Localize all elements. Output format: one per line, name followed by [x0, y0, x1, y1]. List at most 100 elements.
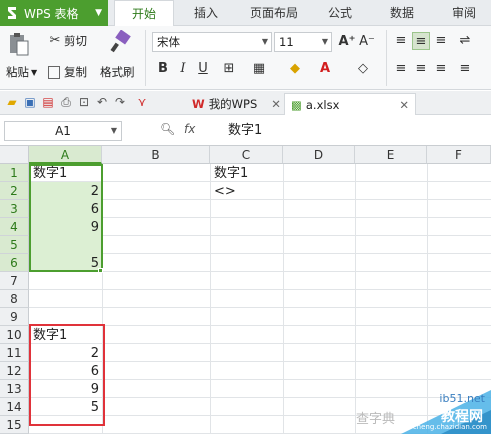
row-header-14[interactable]: 14 [0, 398, 29, 416]
formula-bar: A1 ▼ 🔍︎ fx 数字1 [0, 116, 491, 146]
row-header-8[interactable]: 8 [0, 290, 29, 308]
column-header-c[interactable]: C [210, 146, 283, 164]
divider [145, 30, 146, 86]
row-header-9[interactable]: 9 [0, 308, 29, 326]
row-header-4[interactable]: 4 [0, 218, 29, 236]
cell-a3[interactable]: 6 [30, 201, 102, 219]
row-header-6[interactable]: 6 [0, 254, 29, 272]
gridline [29, 289, 491, 290]
sheet-grid[interactable]: A B C D E F 1 2 3 4 5 6 7 8 9 10 11 12 13 14 15 数字1 2 … [0, 146, 491, 434]
copy-button[interactable]: 复制 [48, 64, 87, 80]
copy-icon [48, 65, 60, 79]
bold-button[interactable]: B [154, 60, 172, 78]
tab-home[interactable]: 开始 [114, 0, 174, 27]
cell-a12[interactable]: 6 [30, 363, 102, 381]
align-right-icon[interactable]: ≡ [432, 60, 450, 78]
close-icon[interactable]: ✕ [271, 97, 281, 111]
column-header-e[interactable]: E [355, 146, 427, 164]
align-left-icon[interactable]: ≡ [392, 60, 410, 78]
close-icon[interactable]: ✕ [399, 98, 409, 112]
row-header-5[interactable]: 5 [0, 236, 29, 254]
quick-access-bar: ▰ ▣ ▤ ⎙ ⊡ ↶ ↷ ⋎ W 我的WPS ✕ ▩ a.xlsx ✕ [0, 91, 491, 115]
row-header-7[interactable]: 7 [0, 272, 29, 290]
fill-color-icon[interactable]: ◆ [286, 60, 304, 78]
cut-label: 剪切 [64, 34, 87, 48]
watermark-text: 查字典 [356, 412, 396, 427]
export-pdf-icon[interactable]: ▤ [40, 94, 56, 110]
open-folder-icon[interactable]: ▰ [4, 94, 20, 110]
chevron-down-icon: ▼ [95, 8, 102, 18]
customize-icon[interactable]: ⋎ [134, 94, 150, 110]
watermark-url: jiaocheng.chazidian.com [400, 423, 487, 431]
align-middle-icon[interactable]: ≡ [412, 32, 430, 50]
print-preview-icon[interactable]: ⊡ [76, 94, 92, 110]
undo-icon[interactable]: ↶ [94, 94, 110, 110]
doc-tab-file[interactable]: ▩ a.xlsx ✕ [284, 93, 416, 115]
name-box[interactable]: A1 ▼ [4, 121, 122, 141]
cell-c2[interactable]: <> [211, 183, 283, 201]
cell-a4[interactable]: 9 [30, 219, 102, 237]
chevron-down-icon: ▼ [321, 37, 328, 46]
formula-input[interactable]: 数字1 [222, 121, 488, 141]
font-name-value: 宋体 [157, 35, 180, 49]
clear-format-icon[interactable]: ◇ [354, 60, 372, 78]
cell-a2[interactable]: 2 [30, 183, 102, 201]
row-header-12[interactable]: 12 [0, 362, 29, 380]
column-header-b[interactable]: B [102, 146, 210, 164]
tab-review[interactable]: 审阅 [438, 0, 490, 26]
tab-insert[interactable]: 插入 [180, 0, 232, 26]
font-size-select[interactable]: 11 ▼ [274, 32, 332, 52]
column-header-a[interactable]: A [29, 146, 102, 164]
row-header-11[interactable]: 11 [0, 344, 29, 362]
decrease-font-icon[interactable]: A⁻ [358, 33, 376, 51]
cut-button[interactable]: ✂ 剪切 [46, 32, 87, 50]
format-painter-button[interactable]: 格式刷 [100, 64, 135, 80]
align-center-icon[interactable]: ≡ [412, 60, 430, 78]
row-header-2[interactable]: 2 [0, 182, 29, 200]
align-bottom-icon[interactable]: ≡ [432, 32, 450, 50]
font-color-icon[interactable]: A [316, 60, 334, 78]
doc-tab-home[interactable]: W 我的WPS ✕ [186, 93, 287, 115]
tab-data[interactable]: 数据 [376, 0, 428, 26]
column-header-d[interactable]: D [283, 146, 355, 164]
column-header-f[interactable]: F [427, 146, 491, 164]
cell-a10[interactable]: 数字1 [30, 327, 102, 345]
tab-page-layout[interactable]: 页面布局 [238, 0, 310, 26]
row-header-10[interactable]: 10 [0, 326, 29, 344]
merge-cells-icon[interactable]: ▦ [250, 60, 268, 78]
cell-a13[interactable]: 9 [30, 381, 102, 399]
underline-button[interactable]: U [194, 60, 212, 78]
row-header-3[interactable]: 3 [0, 200, 29, 218]
insert-function-button[interactable]: fx [184, 122, 195, 136]
doc-tab-label: 我的WPS [208, 97, 258, 111]
align-top-icon[interactable]: ≡ [392, 32, 410, 50]
format-painter-icon[interactable] [108, 30, 132, 54]
cell-a11[interactable]: 2 [30, 345, 102, 363]
row-header-1[interactable]: 1 [0, 164, 29, 182]
redo-icon[interactable]: ↷ [112, 94, 128, 110]
app-menu-button[interactable]: WPS 表格 ▼ [0, 0, 108, 26]
copy-label: 复制 [64, 65, 87, 79]
increase-font-icon[interactable]: A⁺ [338, 33, 356, 51]
cell-c1[interactable]: 数字1 [211, 165, 283, 183]
paste-button[interactable]: 粘贴 ▼ [6, 64, 37, 80]
row-header-13[interactable]: 13 [0, 380, 29, 398]
font-name-select[interactable]: 宋体 ▼ [152, 32, 272, 52]
row-header-15[interactable]: 15 [0, 416, 29, 434]
cell-a1[interactable]: 数字1 [30, 165, 102, 183]
wrap-text-icon[interactable]: ⇌ [456, 32, 474, 50]
borders-icon[interactable]: ⊞ [220, 60, 238, 78]
select-all-corner[interactable] [0, 146, 29, 164]
zoom-icon[interactable]: 🔍︎ [160, 122, 175, 136]
italic-button[interactable]: I [174, 60, 192, 78]
cell-a6[interactable]: 5 [30, 255, 102, 273]
save-icon[interactable]: ▣ [22, 94, 38, 110]
tab-formulas[interactable]: 公式 [316, 0, 364, 26]
clipboard-icon[interactable] [8, 32, 30, 56]
menu-bar: WPS 表格 ▼ 开始 插入 页面布局 公式 数据 审阅 [0, 0, 491, 27]
print-icon[interactable]: ⎙ [58, 94, 74, 110]
justify-icon[interactable]: ≡ [456, 60, 474, 78]
chevron-down-icon: ▼ [110, 126, 117, 135]
app-name: WPS 表格 [24, 6, 79, 21]
cell-a14[interactable]: 5 [30, 399, 102, 417]
